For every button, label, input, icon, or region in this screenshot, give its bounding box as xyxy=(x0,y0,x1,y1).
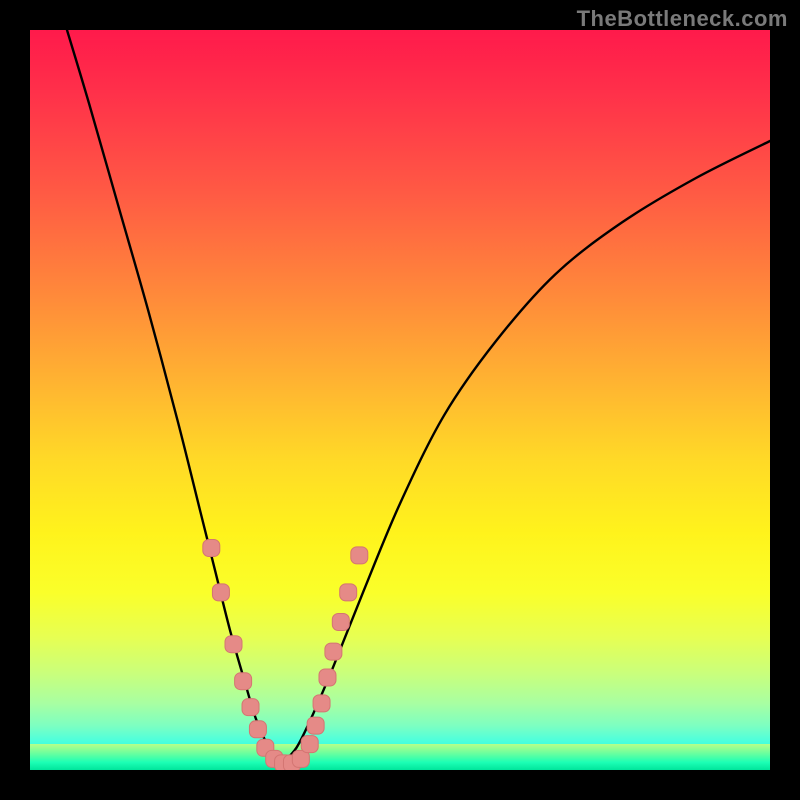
data-marker xyxy=(325,643,342,660)
data-marker xyxy=(203,540,220,557)
watermark-text: TheBottleneck.com xyxy=(577,6,788,32)
curve-group xyxy=(67,30,770,764)
data-marker xyxy=(307,717,324,734)
data-marker xyxy=(340,584,357,601)
data-marker xyxy=(301,736,318,753)
plot-area xyxy=(30,30,770,770)
data-marker xyxy=(212,584,229,601)
data-marker xyxy=(313,695,330,712)
chart-svg xyxy=(30,30,770,770)
data-marker xyxy=(225,636,242,653)
chart-stage: TheBottleneck.com xyxy=(0,0,800,800)
data-marker xyxy=(351,547,368,564)
data-marker xyxy=(332,614,349,631)
data-marker xyxy=(319,669,336,686)
marker-group xyxy=(203,540,368,771)
curve-right-branch xyxy=(282,141,770,764)
data-marker xyxy=(249,721,266,738)
curve-left-branch xyxy=(67,30,282,764)
data-marker xyxy=(242,699,259,716)
data-marker xyxy=(235,673,252,690)
